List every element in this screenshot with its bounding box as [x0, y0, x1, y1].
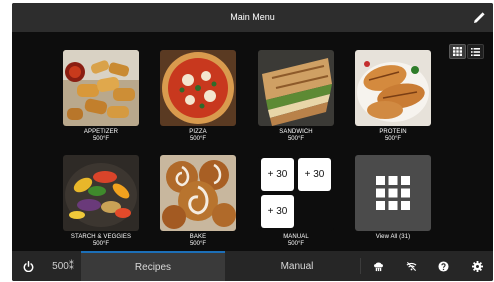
- bottom-bar: 500⁑ Recipes Manual: [12, 251, 493, 281]
- bake-photo: [160, 155, 236, 231]
- sandwich-photo: [258, 50, 334, 126]
- recipe-tile-sandwich[interactable]: SANDWICH 500°F: [258, 50, 334, 143]
- grid-view-button[interactable]: [449, 44, 466, 59]
- wifi-off-icon: [406, 261, 416, 271]
- appetizer-photo: [63, 50, 139, 126]
- view-all-thumb: [355, 155, 431, 231]
- tile-label: PROTEIN: [379, 129, 407, 135]
- help-icon: [437, 260, 449, 272]
- tile-label: PIZZA: [189, 129, 207, 135]
- apps-grid-icon: [376, 176, 410, 210]
- power-icon: [23, 260, 34, 272]
- tab-manual[interactable]: Manual: [225, 251, 369, 281]
- recipe-tile-appetizer[interactable]: APPETIZER 500°F: [63, 50, 139, 143]
- tile-temp: 500°F: [287, 136, 305, 142]
- protein-photo: [355, 50, 431, 126]
- oven-screen: Main Menu APPETIZER 500°F PIZZA 500°F SA…: [12, 3, 493, 281]
- help-button[interactable]: [430, 251, 456, 281]
- chef-button[interactable]: [365, 251, 391, 281]
- recipe-tile-pizza[interactable]: PIZZA 500°F: [160, 50, 236, 143]
- tile-label: APPETIZER: [83, 129, 119, 135]
- tile-temp: 500°F: [189, 136, 207, 142]
- manual-add-30-button[interactable]: + 30: [298, 158, 331, 191]
- tile-temp: 500°F: [92, 136, 110, 142]
- tile-label: SANDWICH: [279, 129, 313, 135]
- manual-thumb: + 30 + 30 + 30: [258, 155, 334, 231]
- wifi-button[interactable]: [398, 251, 424, 281]
- tile-temp: 500°F: [189, 241, 207, 247]
- grid-view-icon: [453, 47, 462, 56]
- pizza-photo: [160, 50, 236, 126]
- list-view-button[interactable]: [467, 44, 484, 59]
- tile-label: MANUAL: [283, 234, 309, 240]
- tile-temp: 500°F: [92, 241, 110, 247]
- tile-label: STARCH & VEGGIES: [70, 234, 132, 240]
- tab-recipes[interactable]: Recipes: [81, 251, 225, 281]
- chef-hat-icon: [373, 261, 383, 271]
- view-all-tile[interactable]: View All (31): [355, 155, 431, 241]
- power-button[interactable]: [12, 251, 45, 281]
- recipe-tile-starch-veggies[interactable]: STARCH & VEGGIES 500°F: [63, 155, 139, 248]
- manual-add-30-button[interactable]: + 30: [261, 158, 294, 191]
- tile-label: View All (31): [375, 234, 411, 240]
- recipe-tile-manual[interactable]: + 30 + 30 + 30 MANUAL 500°F: [258, 155, 334, 248]
- manual-add-30-button[interactable]: + 30: [261, 195, 294, 228]
- settings-icon: [471, 260, 483, 272]
- tile-temp: 500°F: [287, 241, 305, 247]
- recipe-tile-bake[interactable]: BAKE 500°F: [160, 155, 236, 248]
- starch-veggies-photo: [63, 155, 139, 231]
- page-title: Main Menu: [230, 12, 275, 22]
- tile-label: BAKE: [189, 234, 207, 240]
- pencil-icon: [474, 12, 485, 23]
- header-bar: Main Menu: [12, 3, 493, 32]
- list-view-icon: [471, 47, 480, 56]
- tile-temp: 500°F: [384, 136, 402, 142]
- temperature-readout[interactable]: 500⁑: [45, 251, 81, 281]
- settings-button[interactable]: [464, 251, 490, 281]
- edit-button[interactable]: [473, 11, 485, 23]
- recipe-tile-protein[interactable]: PROTEIN 500°F: [355, 50, 431, 143]
